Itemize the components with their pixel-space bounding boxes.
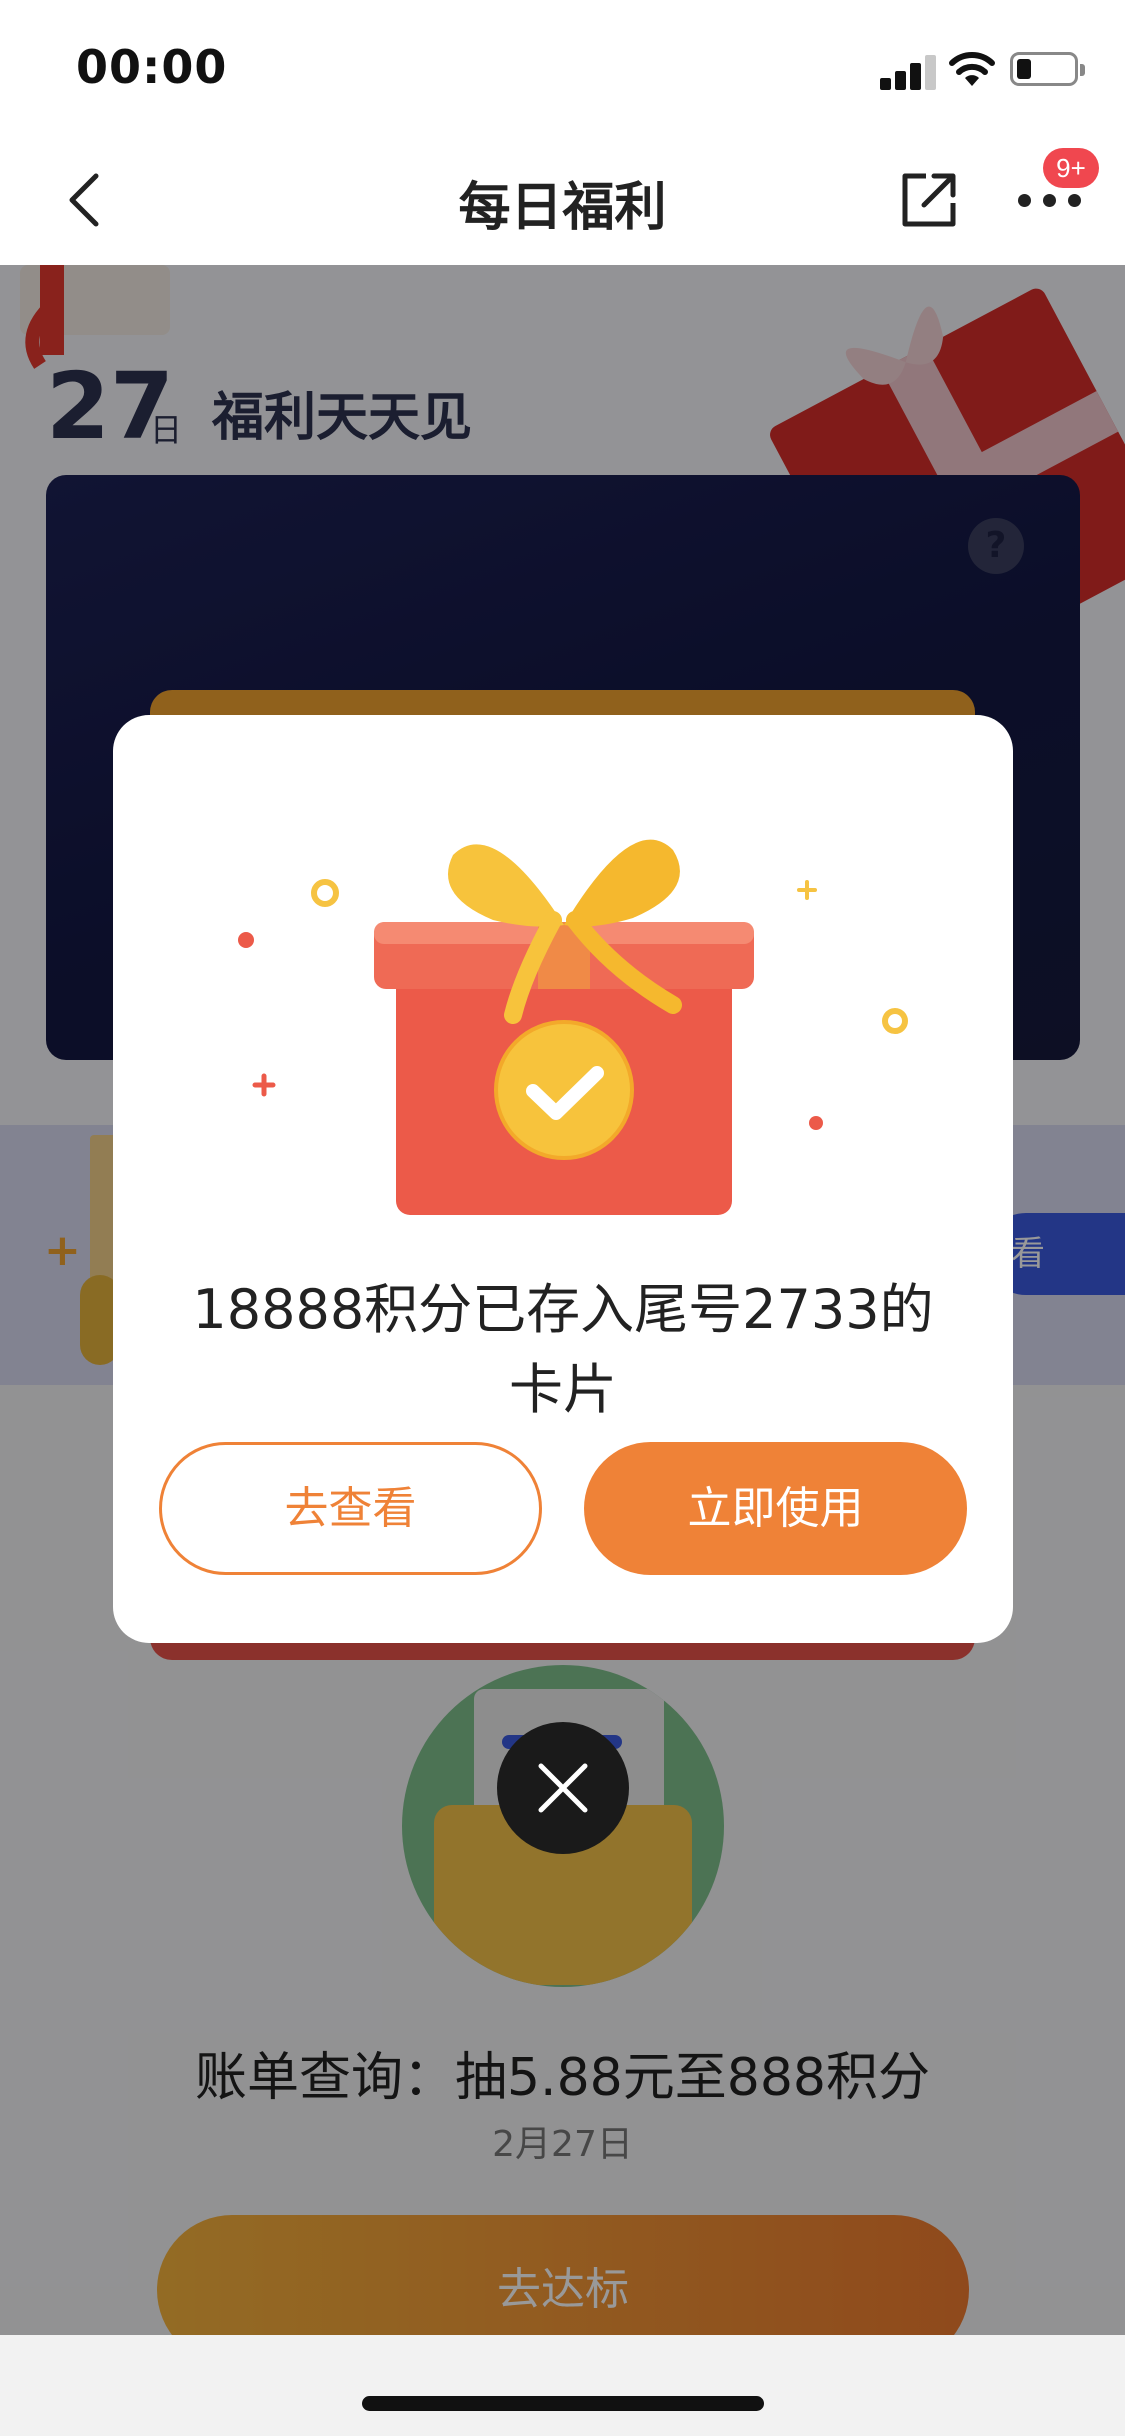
dialog-message: 18888积分已存入尾号2733的卡片 <box>192 1278 934 1421</box>
home-indicator-area <box>0 2335 1125 2436</box>
home-indicator[interactable] <box>362 2396 764 2411</box>
close-icon <box>538 1763 588 1813</box>
wifi-icon <box>949 52 995 86</box>
cellular-signal-icon <box>880 52 936 90</box>
gift-box-icon <box>238 839 908 1215</box>
notification-badge: 9+ <box>1043 148 1099 188</box>
status-bar: 00:00 <box>0 0 1125 135</box>
use-now-button[interactable]: 立即使用 <box>584 1442 967 1575</box>
more-dots-icon[interactable] <box>1018 190 1082 210</box>
battery-icon <box>1010 52 1085 86</box>
close-button[interactable] <box>497 1722 629 1854</box>
success-dialog: 18888积分已存入尾号2733的卡片 去查看 立即使用 <box>113 715 1013 1643</box>
navigation-bar: 每日福利 <box>0 135 1125 265</box>
view-button[interactable]: 去查看 <box>159 1442 542 1575</box>
share-icon[interactable] <box>900 171 958 229</box>
status-time: 00:00 <box>76 40 228 94</box>
